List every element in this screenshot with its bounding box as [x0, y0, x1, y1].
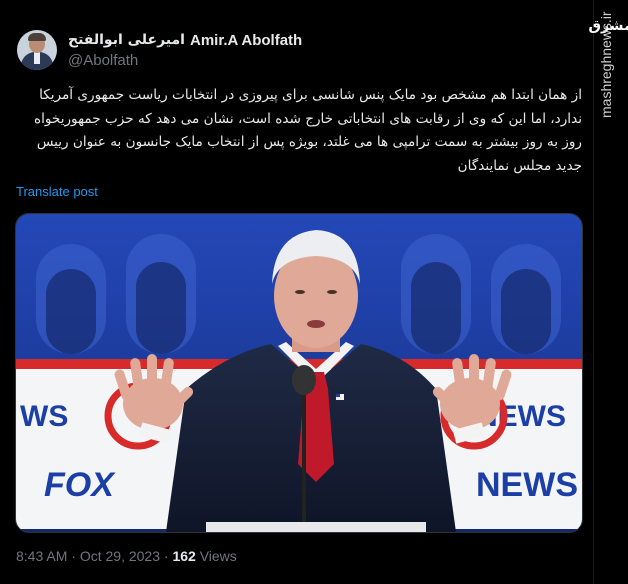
- microphone-stand: [302, 384, 306, 524]
- watermark-divider: [593, 0, 594, 584]
- banner-news-lower: NEWS: [476, 466, 578, 504]
- meta-separator: ·: [71, 548, 76, 564]
- tweet-card: امیرعلی ابوالفتح Amir.A Abolfath @Abolfa…: [0, 0, 628, 584]
- post-image[interactable]: WS NEWS FOX NEWS: [15, 213, 583, 533]
- translate-post-link[interactable]: Translate post: [16, 184, 98, 199]
- author-name-line[interactable]: امیرعلی ابوالفتح Amir.A Abolfath: [68, 30, 302, 50]
- author-name-en[interactable]: Amir.A Abolfath: [190, 32, 302, 49]
- microphone: [292, 365, 316, 395]
- post-date[interactable]: Oct 29, 2023: [80, 548, 160, 564]
- author-name-fa[interactable]: امیرعلی ابوالفتح: [68, 32, 185, 48]
- post-meta: 8:43 AM · Oct 29, 2023 · 162 Views: [16, 548, 237, 564]
- author-handle[interactable]: @Abolfath: [68, 52, 138, 69]
- banner-text-left: WS: [20, 400, 68, 433]
- avatar[interactable]: [17, 30, 57, 70]
- watermark-site: mashreghnews.ir: [598, 11, 614, 118]
- post-time[interactable]: 8:43 AM: [16, 548, 67, 564]
- views-count: 162: [172, 548, 196, 564]
- views-label: Views: [199, 548, 237, 564]
- banner-fox-text: FOX: [44, 466, 116, 504]
- meta-separator-2: ·: [163, 548, 169, 564]
- podium: [206, 522, 426, 532]
- post-text: از همان ابتدا هم مشخص بود مایک پنس شانسی…: [34, 87, 582, 174]
